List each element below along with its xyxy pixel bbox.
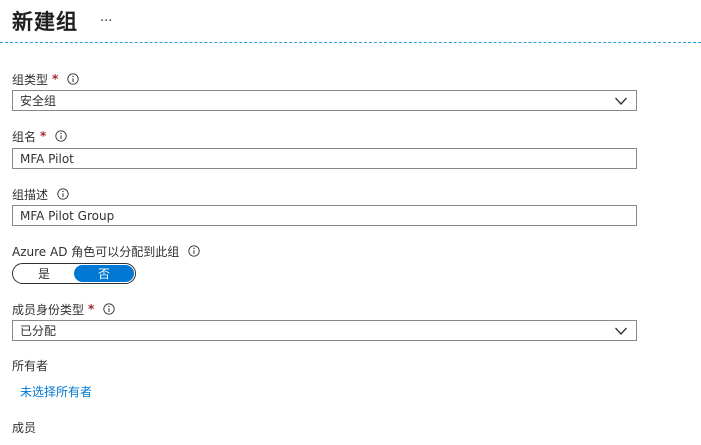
chevron-down-icon: [615, 97, 627, 105]
group-name-label-row: 组名 *: [12, 128, 67, 144]
azure-ad-roles-label: Azure AD 角色可以分配到此组: [12, 244, 180, 259]
info-icon[interactable]: [103, 303, 115, 315]
header: 新建组 ···: [12, 6, 112, 36]
toggle-option-no[interactable]: 否: [74, 265, 134, 282]
group-type-label-row: 组类型 *: [12, 71, 79, 87]
required-marker: *: [52, 72, 59, 86]
group-name-value: MFA Pilot: [20, 151, 74, 166]
info-icon[interactable]: [67, 73, 79, 85]
owners-label: 所有者: [12, 359, 49, 373]
header-divider: [0, 42, 701, 43]
group-description-label: 组描述: [12, 187, 49, 202]
membership-type-label-row: 成员身份类型 *: [12, 301, 115, 317]
group-description-value: MFA Pilot Group: [20, 208, 115, 223]
group-description-label-row: 组描述: [12, 186, 69, 202]
info-icon[interactable]: [55, 130, 67, 142]
required-marker: *: [40, 129, 47, 143]
toggle-option-yes[interactable]: 是: [14, 265, 74, 282]
membership-type-value: 已分配: [20, 324, 57, 338]
members-label: 成员: [12, 421, 37, 435]
group-name-input[interactable]: MFA Pilot: [12, 148, 637, 169]
azure-ad-roles-toggle[interactable]: 是 否: [12, 263, 136, 284]
required-marker: *: [88, 302, 95, 316]
info-icon[interactable]: [188, 245, 200, 257]
info-icon[interactable]: [57, 188, 69, 200]
membership-type-select[interactable]: 已分配: [12, 320, 637, 341]
group-type-select[interactable]: 安全组: [12, 90, 637, 111]
more-options-button[interactable]: ···: [100, 15, 112, 28]
group-type-value: 安全组: [20, 94, 57, 108]
group-name-label: 组名: [12, 129, 37, 144]
chevron-down-icon: [615, 327, 627, 335]
page-title: 新建组: [12, 10, 78, 34]
membership-type-label: 成员身份类型: [12, 302, 85, 317]
azure-ad-roles-label-row: Azure AD 角色可以分配到此组: [12, 243, 200, 259]
group-type-label: 组类型: [12, 72, 49, 87]
no-owners-selected-link[interactable]: 未选择所有者: [20, 383, 92, 400]
group-description-input[interactable]: MFA Pilot Group: [12, 205, 637, 226]
